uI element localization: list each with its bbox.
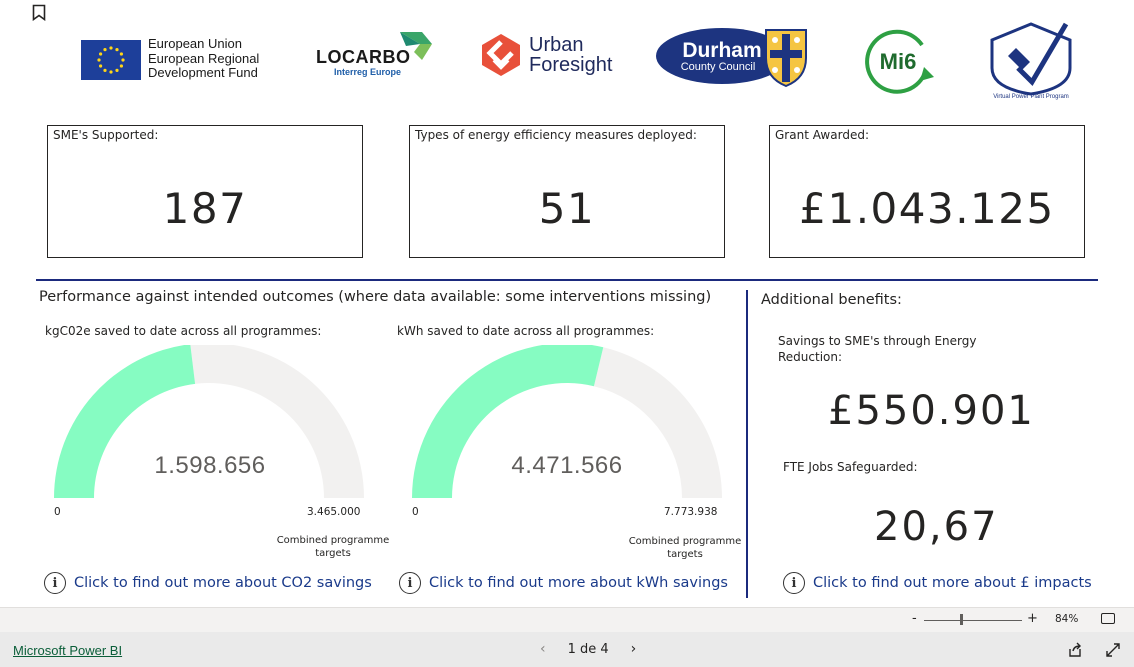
co2-gauge[interactable] [52,345,366,505]
co2-gauge-label: kgC02e saved to date across all programm… [45,324,322,338]
kwh-target-label: Combined programme targets [620,535,750,561]
co2-savings-link[interactable]: i Click to find out more about CO2 savin… [44,572,372,594]
co2-savings-link-text[interactable]: Click to find out more about CO2 savings [74,575,372,591]
fte-label: FTE Jobs Safeguarded: [783,460,918,474]
fullscreen-icon[interactable] [1105,642,1121,658]
savings-value: £550.901 [828,388,1035,434]
urban-line: Urban [529,34,584,56]
kpi-value: 187 [162,184,248,233]
kpi-value: £1.043.125 [799,184,1055,233]
vpp-wordmark: Virtual Power Plant Program [993,94,1069,100]
fit-to-page-icon[interactable] [1101,613,1115,624]
target-label-line: targets [667,549,703,560]
kpi-label: Types of energy efficiency measures depl… [415,128,697,142]
target-label-line: Combined programme [276,535,390,546]
zoom-in-button[interactable]: + [1027,611,1038,626]
kwh-savings-link-text[interactable]: Click to find out more about kWh savings [429,575,728,591]
kwh-gauge[interactable] [410,345,724,505]
info-icon: i [399,572,421,594]
savings-label: Savings to SME's through Energy Reductio… [778,334,977,364]
zoom-bar: - + 84% [0,607,1134,632]
target-label-line: targets [315,548,351,559]
eu-line-3: Development Fund [148,65,258,80]
co2-target-label: Combined programme targets [268,534,398,560]
locarbo-wordmark: LOCARBO [316,47,411,67]
info-icon: i [44,572,66,594]
power-bi-link[interactable]: Microsoft Power BI [13,643,122,658]
section-divider-horizontal [36,279,1098,281]
page-navigator: ‹ 1 de 4 › [540,641,636,657]
co2-gauge-value: 1.598.656 [154,452,266,479]
zoom-out-button[interactable]: - [912,611,917,626]
kwh-gauge-min: 0 [412,506,419,518]
durham-county-council-logo: Durham County Council [656,24,816,88]
urban-foresight-wordmark: Urban Foresight [529,35,612,75]
impacts-link-text[interactable]: Click to find out more about £ impacts [813,575,1092,591]
next-page-button[interactable]: › [631,641,637,657]
kpi-card-measures[interactable]: Types of energy efficiency measures depl… [409,125,725,258]
eu-line-2: European Regional [148,50,260,66]
eu-fund-text: European Union European Regional Develop… [148,36,260,81]
performance-title: Performance against intended outcomes (w… [39,289,712,305]
previous-page-button[interactable]: ‹ [540,641,546,657]
bookmark-icon[interactable] [32,4,46,21]
county-council-wordmark: County Council [681,61,756,73]
benefits-title: Additional benefits: [761,292,902,308]
page-indicator: 1 de 4 [567,641,609,657]
info-icon: i [783,572,805,594]
footer-bar: Microsoft Power BI ‹ 1 de 4 › [0,632,1134,667]
zoom-slider-track[interactable] [924,620,1022,621]
kwh-gauge-value: 4.471.566 [511,452,623,479]
kpi-label: Grant Awarded: [775,128,869,142]
kpi-card-smes[interactable]: SME's Supported: 187 [47,125,363,258]
locarbo-subtitle: Interreg Europe [334,67,402,77]
zoom-slider-thumb[interactable] [960,614,964,625]
impacts-link[interactable]: i Click to find out more about £ impacts [783,572,1092,594]
virtual-power-plant-logo: Virtual Power Plant Program [986,18,1076,100]
urban-foresight-logo: Urban Foresight [480,32,620,78]
mi6-logo: Mi6 [864,25,938,95]
kpi-card-grant[interactable]: Grant Awarded: £1.043.125 [769,125,1085,258]
co2-gauge-min: 0 [54,506,61,518]
kwh-gauge-max: 7.773.938 [664,506,718,518]
locarbo-logo: LOCARBO Interreg Europe [314,30,436,80]
fte-value: 20,67 [874,504,999,550]
share-icon[interactable] [1067,642,1083,658]
eu-line-1: European Union [148,36,242,51]
eu-flag-logo [81,40,141,80]
mi6-wordmark: Mi6 [880,49,917,74]
foresight-line: Foresight [529,54,613,76]
kwh-savings-link[interactable]: i Click to find out more about kWh savin… [399,572,728,594]
kwh-gauge-label: kWh saved to date across all programmes: [397,324,655,338]
kpi-label: SME's Supported: [53,128,159,142]
co2-gauge-max: 3.465.000 [307,506,361,518]
kpi-value: 51 [538,184,596,233]
zoom-percent: 84% [1055,613,1079,625]
durham-wordmark: Durham [682,39,761,62]
target-label-line: Combined programme [628,536,742,547]
